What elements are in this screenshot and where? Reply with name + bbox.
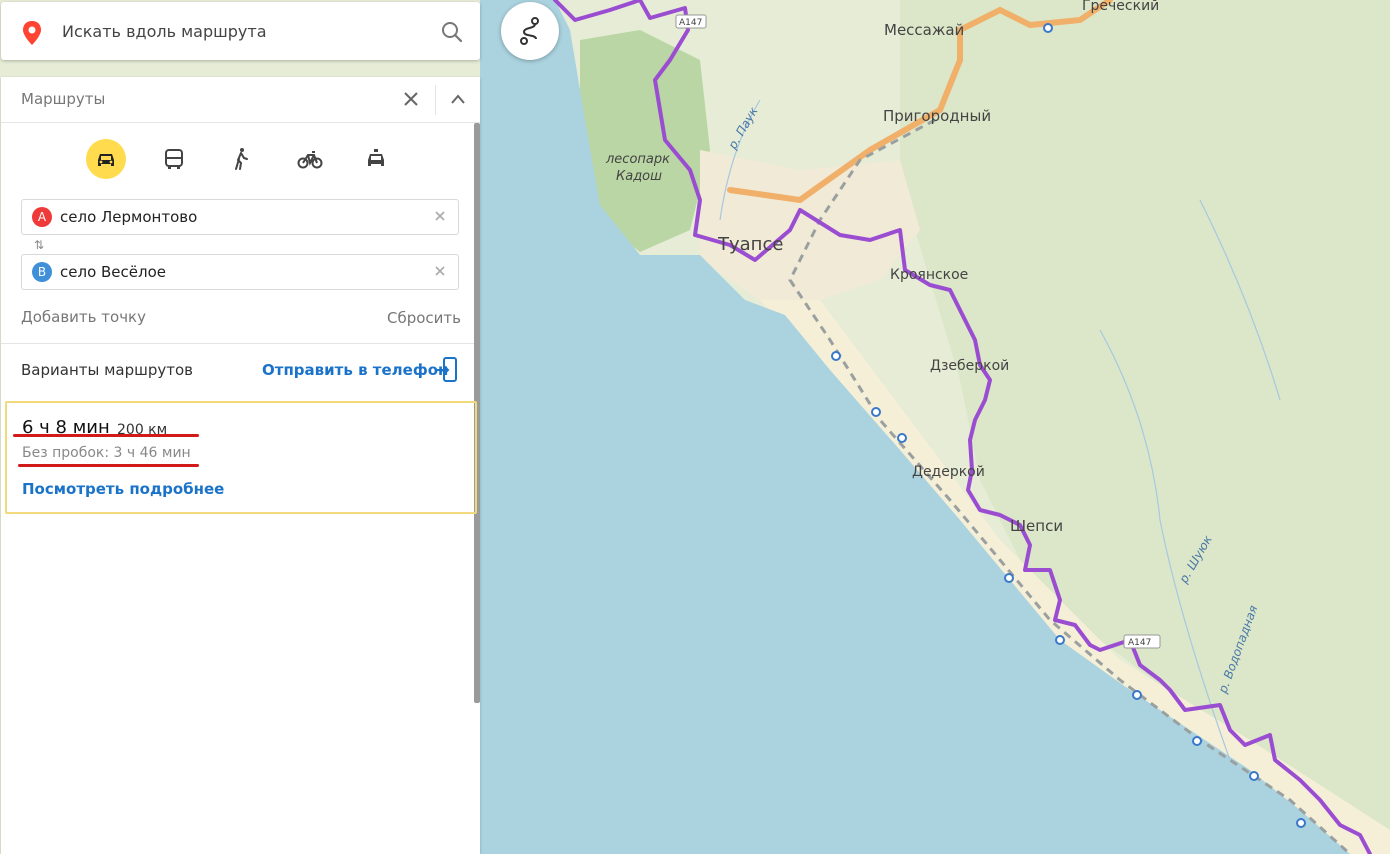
bus-icon xyxy=(165,149,183,169)
panel-title: Маршруты xyxy=(21,90,106,108)
route-mode-button[interactable] xyxy=(501,2,559,60)
route-search-bar[interactable]: Искать вдоль маршрута xyxy=(1,2,480,60)
header-divider xyxy=(435,85,436,115)
village-label[interactable]: Греческий xyxy=(1082,0,1159,14)
village-label[interactable]: Шепси xyxy=(1010,517,1063,535)
road-number-label: А147 xyxy=(679,18,702,28)
swap-points-icon[interactable]: ⇅ xyxy=(34,238,44,252)
station-marker[interactable] xyxy=(1192,736,1202,746)
village-label[interactable]: Кроянское xyxy=(890,267,968,283)
car-icon xyxy=(98,154,114,166)
village-label[interactable]: Дедеркой xyxy=(912,464,985,480)
city-label-tuapse[interactable]: Туапсе xyxy=(717,234,783,255)
route-option-card[interactable]: 6 ч 8 мин 200 км Без пробок: 3 ч 46 мин … xyxy=(5,401,477,514)
add-point-link[interactable]: Добавить точку xyxy=(21,308,146,326)
map-pin-icon xyxy=(23,21,41,45)
park-label: Кадош xyxy=(616,169,662,184)
reset-link[interactable]: Сбросить xyxy=(387,309,461,327)
annotation-underline xyxy=(13,434,199,437)
road-number-label: А147 xyxy=(1128,638,1151,648)
station-marker[interactable] xyxy=(871,407,881,417)
station-marker[interactable] xyxy=(1055,635,1065,645)
taxi-icon xyxy=(368,149,384,166)
point-a-field[interactable]: A село Лермонтово xyxy=(21,199,459,235)
close-icon[interactable] xyxy=(404,92,418,106)
village-label[interactable]: Пригородный xyxy=(883,107,991,125)
panel-header: Маршруты xyxy=(1,77,480,123)
route-duration-no-traffic: Без пробок: 3 ч 46 мин xyxy=(22,445,191,461)
park-label: лесопарк xyxy=(605,152,670,167)
station-marker[interactable] xyxy=(1043,23,1053,33)
village-label[interactable]: Дзеберкой xyxy=(930,358,1009,374)
mode-taxi-button[interactable] xyxy=(356,139,396,179)
point-a-input[interactable]: село Лермонтово xyxy=(60,208,197,226)
routes-panel: Маршруты A село Лермонтово ⇅ B село Весё… xyxy=(1,77,480,854)
village-label[interactable]: Мессажай xyxy=(884,21,964,39)
mode-bus-button[interactable] xyxy=(154,139,194,179)
send-to-phone-link[interactable]: Отправить в телефон xyxy=(262,361,448,379)
route-variants-label: Варианты маршрутов xyxy=(21,361,194,379)
search-icon[interactable] xyxy=(441,21,463,43)
route-details-link[interactable]: Посмотреть подробнее xyxy=(22,480,224,498)
clear-icon[interactable] xyxy=(435,211,445,221)
station-marker[interactable] xyxy=(1296,818,1306,828)
point-a-badge: A xyxy=(32,207,52,227)
station-marker[interactable] xyxy=(831,351,841,361)
station-marker[interactable] xyxy=(1132,690,1142,700)
point-b-badge: B xyxy=(32,262,52,282)
mode-walk-button[interactable] xyxy=(221,139,261,179)
clear-icon[interactable] xyxy=(435,266,445,276)
point-b-field[interactable]: B село Весёлое xyxy=(21,254,459,290)
station-marker[interactable] xyxy=(1249,771,1259,781)
chevron-up-icon[interactable] xyxy=(451,94,465,104)
mode-bike-button[interactable] xyxy=(289,139,329,179)
route-icon xyxy=(520,17,539,45)
transport-modes xyxy=(1,139,480,183)
station-marker[interactable] xyxy=(1004,573,1014,583)
point-b-input[interactable]: село Весёлое xyxy=(60,263,166,281)
phone-icon[interactable] xyxy=(436,357,458,383)
search-input[interactable]: Искать вдоль маршрута xyxy=(62,22,267,41)
annotation-underline xyxy=(18,464,199,467)
section-divider xyxy=(1,343,474,344)
pedestrian-icon xyxy=(235,148,248,170)
mode-car-button[interactable] xyxy=(86,139,126,179)
bicycle-icon xyxy=(297,151,323,169)
station-marker[interactable] xyxy=(897,433,907,443)
